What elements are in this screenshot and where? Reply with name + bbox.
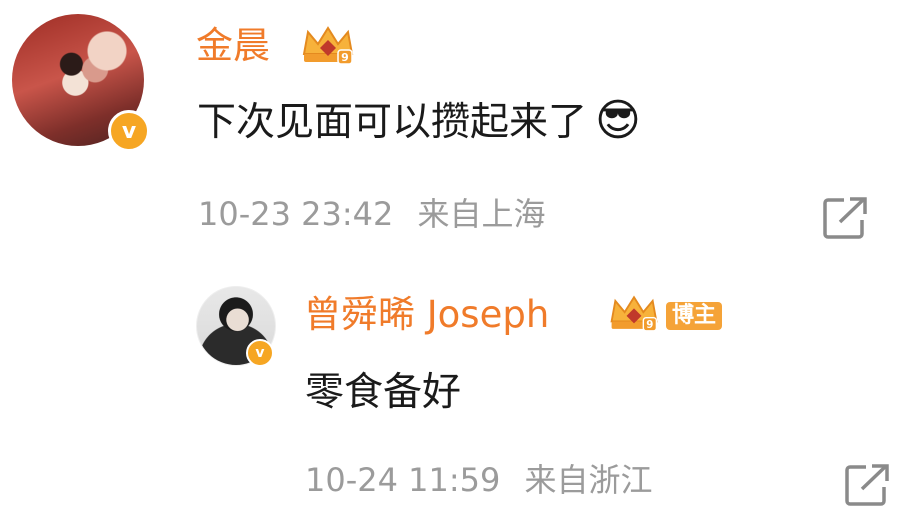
crown-level-icon: 9 (606, 292, 662, 336)
crown-level-number: 9 (646, 319, 653, 331)
reply-time: 10-24 11:59 (305, 461, 501, 499)
reply-location: 来自浙江 (524, 461, 653, 499)
comment-location: 来自上海 (417, 195, 546, 233)
cool-emoji-icon: 😎 (595, 95, 641, 146)
comment-meta: 10-23 23:42 来自上海 (198, 198, 546, 230)
crown-level-number: 9 (341, 51, 349, 64)
reply-meta: 10-24 11:59 来自浙江 (305, 464, 653, 496)
comment-time: 10-23 23:42 (198, 195, 394, 233)
share-icon (823, 197, 867, 239)
share-button[interactable] (822, 196, 868, 244)
verified-badge-icon: v (246, 339, 274, 367)
comment-username[interactable]: 金晨 (196, 27, 270, 64)
comment-text: 下次见面可以攒起来了 (197, 100, 588, 145)
share-icon (845, 464, 889, 506)
verified-badge-icon: v (108, 110, 150, 152)
comment-content: 下次见面可以攒起来了 😎 (197, 99, 641, 143)
reply-content: 零食备好 (305, 370, 462, 415)
share-button[interactable] (844, 463, 890, 511)
reply-username[interactable]: 曾舜晞 Joseph (304, 296, 549, 333)
crown-level-icon: 9 (298, 24, 358, 68)
blogger-badge: 博主 (666, 302, 723, 331)
